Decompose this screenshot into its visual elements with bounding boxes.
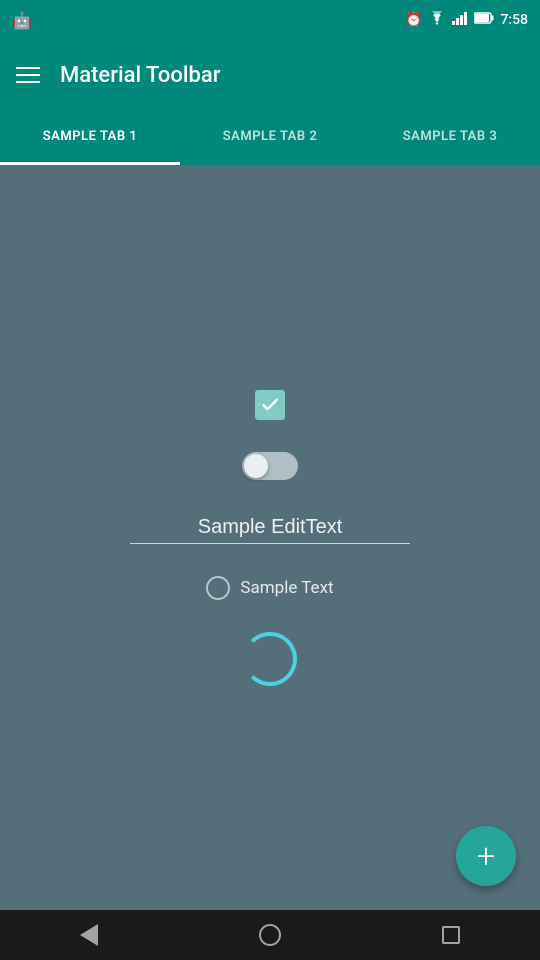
alarm-icon: ⏰ <box>405 12 422 28</box>
recents-button[interactable] <box>442 926 460 944</box>
tab-sample-tab-2[interactable]: SAMPLE TAB 2 <box>180 110 360 165</box>
edittext-container <box>130 512 410 544</box>
fab-plus-icon: + <box>477 840 495 872</box>
android-logo: 🤖 <box>12 11 32 30</box>
main-content: Sample Text + <box>0 165 540 910</box>
checkbox[interactable] <box>255 390 285 420</box>
status-bar: 🤖 ⏰ <box>0 0 540 40</box>
radio-button[interactable] <box>206 576 230 600</box>
battery-icon <box>474 12 494 28</box>
toolbar: Material Toolbar <box>0 40 540 110</box>
home-icon <box>259 924 281 946</box>
signal-icon <box>452 11 468 29</box>
toggle-knob <box>244 454 268 478</box>
progress-indicator-container <box>243 632 297 686</box>
progress-indicator <box>243 632 297 686</box>
radio-label: Sample Text <box>240 578 333 598</box>
toggle-container <box>242 452 298 480</box>
back-button[interactable] <box>80 924 98 946</box>
toggle-switch[interactable] <box>242 452 298 480</box>
status-bar-right: ⏰ 7:58 <box>405 11 528 29</box>
tabs-container: SAMPLE TAB 1 SAMPLE TAB 2 SAMPLE TAB 3 <box>0 110 540 165</box>
toolbar-title: Material Toolbar <box>60 63 221 88</box>
checkbox-container <box>255 390 285 420</box>
home-button[interactable] <box>259 924 281 946</box>
radio-button-container[interactable]: Sample Text <box>206 576 333 600</box>
bottom-nav-bar <box>0 910 540 960</box>
tab-sample-tab-3[interactable]: SAMPLE TAB 3 <box>360 110 540 165</box>
back-icon <box>80 924 98 946</box>
wifi-icon <box>428 11 446 29</box>
status-bar-left: 🤖 <box>12 11 32 30</box>
recents-icon <box>442 926 460 944</box>
tab-sample-tab-1[interactable]: SAMPLE TAB 1 <box>0 110 180 165</box>
menu-button[interactable] <box>16 67 40 83</box>
fab-button[interactable]: + <box>456 826 516 886</box>
time-display: 7:58 <box>500 12 528 28</box>
sample-edittext[interactable] <box>130 512 410 544</box>
